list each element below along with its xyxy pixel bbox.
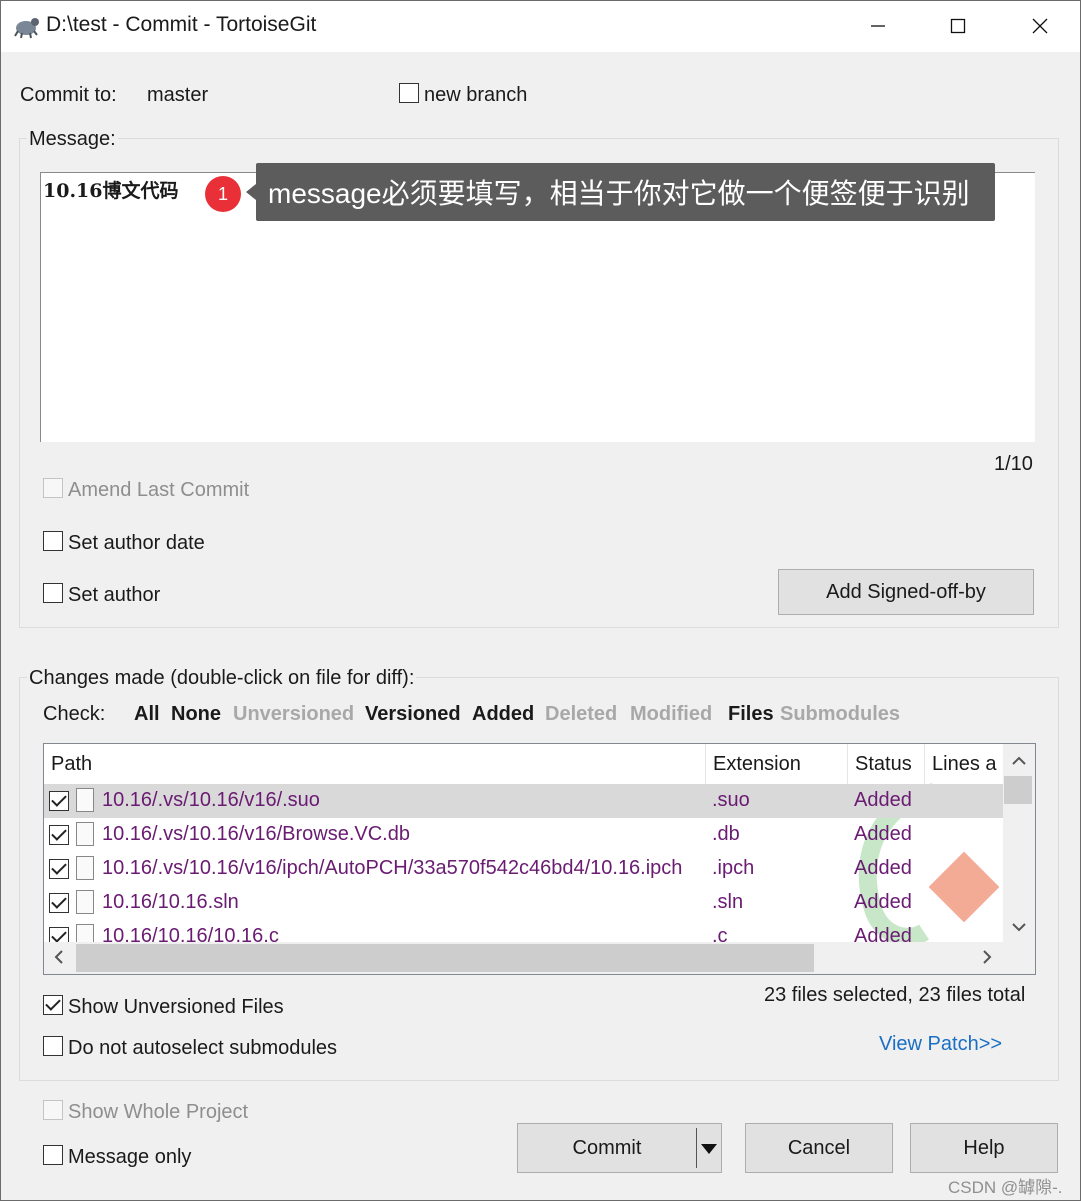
close-button[interactable] [1000, 0, 1080, 52]
show-unversioned-label[interactable]: Show Unversioned Files [68, 996, 284, 1019]
table-row[interactable]: 10.16/.vs/10.16/v16/ipch/AutoPCH/33a570f… [44, 852, 1004, 886]
row-status: Added [854, 891, 912, 913]
window-title: D:\test - Commit - TortoiseGit [46, 13, 317, 36]
row-extension: .ipch [712, 857, 755, 879]
show-whole-project-checkbox[interactable] [43, 1100, 63, 1120]
scroll-up-icon[interactable] [1012, 756, 1026, 766]
close-icon [1032, 18, 1048, 34]
row-checkbox[interactable] [49, 825, 69, 845]
check-versioned-link[interactable]: Versioned [365, 703, 461, 726]
column-header-lines-added[interactable]: Lines a [925, 744, 1004, 784]
tortoisegit-app-icon [14, 18, 39, 39]
set-author-label[interactable]: Set author [68, 584, 160, 607]
add-signed-off-by-button[interactable]: Add Signed-off-by [778, 569, 1034, 615]
minimize-icon [871, 25, 885, 27]
column-header-status[interactable]: Status [848, 744, 925, 784]
message-counter: 1/10 [994, 453, 1033, 475]
minimize-button[interactable] [838, 0, 918, 52]
row-checkbox[interactable] [49, 893, 69, 913]
row-status: Added [854, 789, 912, 811]
title-bar: D:\test - Commit - TortoiseGit [0, 0, 1081, 52]
vertical-scroll-thumb[interactable] [1004, 776, 1032, 804]
table-row[interactable]: 10.16/.vs/10.16/v16/Browse.VC.db .db Add… [44, 818, 1004, 852]
scroll-left-icon[interactable] [54, 950, 64, 964]
table-row[interactable]: 10.16/10.16.sln .sln Added [44, 886, 1004, 920]
maximize-icon [950, 18, 966, 34]
help-button[interactable]: Help [910, 1123, 1058, 1173]
row-status: Added [854, 823, 912, 845]
file-icon [76, 890, 94, 914]
scroll-down-icon[interactable] [1012, 922, 1026, 932]
annotation-text: message必须要填写，相当于你对它做一个便签便于识别 [268, 178, 970, 209]
check-all-link[interactable]: All [134, 703, 160, 726]
check-deleted-link[interactable]: Deleted [545, 703, 617, 726]
annotation-callout: message必须要填写，相当于你对它做一个便签便于识别 [256, 163, 995, 221]
commit-button[interactable]: Commit [517, 1123, 722, 1173]
no-autoselect-submodules-checkbox[interactable] [43, 1036, 63, 1056]
scroll-corner [1003, 942, 1035, 974]
row-status: Added [854, 857, 912, 879]
no-autoselect-submodules-label[interactable]: Do not autoselect submodules [68, 1037, 337, 1060]
selection-summary: 23 files selected, 23 files total [764, 984, 1026, 1006]
add-signed-off-by-label: Add Signed-off-by [826, 580, 986, 603]
branch-name: master [147, 84, 209, 106]
dropdown-arrow-icon[interactable] [701, 1144, 717, 1154]
row-path: 10.16/.vs/10.16/v16/Browse.VC.db [102, 823, 410, 845]
annotation-arrow [246, 184, 256, 200]
changes-group-label: Changes made (double-click on file for d… [27, 667, 417, 690]
check-modified-link[interactable]: Modified [630, 703, 712, 726]
annotation-badge: 1 [205, 176, 241, 212]
maximize-button[interactable] [918, 0, 998, 52]
column-header-path[interactable]: Path [44, 744, 706, 784]
check-label: Check: [43, 703, 106, 725]
split-divider [696, 1128, 697, 1168]
set-author-date-label[interactable]: Set author date [68, 532, 205, 555]
help-button-label: Help [963, 1136, 1005, 1159]
amend-last-commit-checkbox[interactable] [43, 478, 63, 498]
check-none-link[interactable]: None [171, 703, 221, 726]
commit-button-label: Commit [572, 1136, 642, 1159]
csdn-watermark: CSDN @罅隙-. [948, 1178, 1063, 1197]
message-group-label: Message: [27, 128, 118, 151]
column-header-extension[interactable]: Extension [706, 744, 848, 784]
new-branch-checkbox[interactable] [399, 83, 419, 103]
view-patch-link[interactable]: View Patch>> [879, 1033, 1002, 1056]
vertical-scrollbar[interactable] [1003, 744, 1035, 942]
file-list[interactable]: Path Extension Status Lines a 10.16/.vs/… [43, 743, 1036, 975]
scroll-right-icon[interactable] [982, 950, 992, 964]
set-author-checkbox[interactable] [43, 583, 63, 603]
suo-file-icon [76, 788, 94, 812]
row-path: 10.16/10.16.sln [102, 891, 239, 913]
message-only-label[interactable]: Message only [68, 1146, 191, 1169]
check-added-link[interactable]: Added [472, 703, 534, 726]
horizontal-scroll-thumb[interactable] [76, 944, 814, 972]
row-path: 10.16/.vs/10.16/v16/.suo [102, 789, 320, 811]
db-file-icon [76, 822, 94, 846]
new-branch-label[interactable]: new branch [424, 84, 527, 107]
file-icon [76, 856, 94, 880]
table-row[interactable]: 10.16/.vs/10.16/v16/.suo .suo Added [44, 784, 1004, 818]
check-files-link[interactable]: Files [728, 703, 774, 726]
row-path: 10.16/.vs/10.16/v16/ipch/AutoPCH/33a570f… [102, 857, 683, 879]
row-extension: .sln [712, 891, 744, 913]
message-only-checkbox[interactable] [43, 1145, 63, 1165]
message-text[interactable]: 10.16博文代码 [43, 176, 179, 203]
cancel-button[interactable]: Cancel [745, 1123, 893, 1173]
show-unversioned-checkbox[interactable] [43, 995, 63, 1015]
check-unversioned-link[interactable]: Unversioned [233, 703, 354, 726]
commit-to-label: Commit to: [20, 84, 117, 106]
amend-last-commit-label: Amend Last Commit [68, 479, 250, 501]
row-checkbox[interactable] [49, 791, 69, 811]
set-author-date-checkbox[interactable] [43, 531, 63, 551]
cancel-button-label: Cancel [787, 1136, 851, 1159]
row-extension: .suo [712, 789, 750, 811]
horizontal-scrollbar[interactable] [44, 942, 1004, 974]
show-whole-project-label: Show Whole Project [68, 1101, 249, 1123]
row-extension: .db [712, 823, 740, 845]
row-checkbox[interactable] [49, 859, 69, 879]
check-submodules-link[interactable]: Submodules [780, 703, 900, 726]
